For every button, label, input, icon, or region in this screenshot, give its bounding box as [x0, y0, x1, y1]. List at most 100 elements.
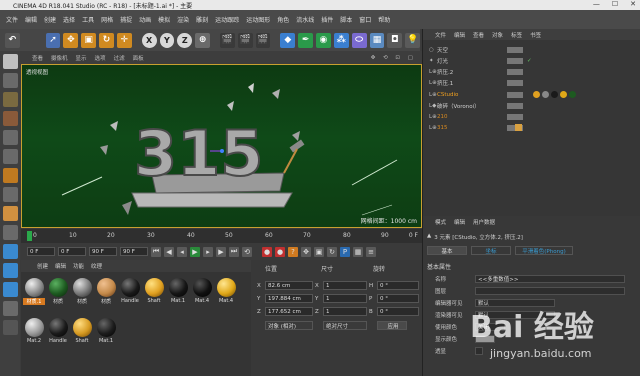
- keyframe-selection-button[interactable]: ?: [288, 246, 298, 257]
- viewport-menu-panel[interactable]: 面板: [133, 54, 144, 62]
- cube-button[interactable]: ◆: [280, 32, 296, 48]
- material-swatch[interactable]: Mat.1: [95, 318, 117, 344]
- object-row-selected[interactable]: L⊕ CStudio: [423, 90, 640, 99]
- deformer-button[interactable]: ⬭: [351, 32, 367, 48]
- workplane-mode-button[interactable]: [2, 111, 18, 126]
- rotate-tool-button[interactable]: ↻: [99, 32, 114, 48]
- perspective-viewport[interactable]: 透视视图 315 网格间距：1000 cm: [21, 64, 422, 228]
- select-tool-button[interactable]: ➚: [45, 32, 61, 48]
- model-mode-button[interactable]: [2, 73, 18, 88]
- position-x-field[interactable]: 82.6 cm: [265, 281, 313, 290]
- undo-button[interactable]: ↶: [5, 32, 20, 48]
- object-menu-bookmarks[interactable]: 书签: [530, 31, 541, 39]
- visibility-flags[interactable]: [507, 57, 523, 64]
- texture-mode-button[interactable]: [2, 92, 18, 107]
- size-z-field[interactable]: 1: [323, 307, 367, 316]
- menu-item-render[interactable]: 渲染: [177, 15, 189, 24]
- name-field[interactable]: <<多重数值>>: [475, 275, 625, 283]
- position-key-button[interactable]: ✥: [301, 246, 311, 257]
- object-menu-view[interactable]: 查看: [473, 31, 484, 39]
- object-row[interactable]: L⊕ 挤压.2: [423, 67, 640, 76]
- grid-toggle-button[interactable]: [2, 320, 18, 335]
- menu-item-animate[interactable]: 动画: [139, 15, 151, 24]
- material-swatch[interactable]: Mat.1: [167, 278, 189, 304]
- maximize-icon[interactable]: ☐: [612, 0, 618, 8]
- prev-key-button[interactable]: ◀: [164, 246, 174, 257]
- record-button[interactable]: ●: [262, 246, 272, 257]
- make-editable-button[interactable]: [2, 54, 18, 69]
- close-icon[interactable]: ✕: [630, 0, 636, 8]
- scale-key-button[interactable]: ▣: [314, 246, 324, 257]
- solo-button[interactable]: [2, 301, 18, 316]
- object-menu-tags[interactable]: 标签: [511, 31, 522, 39]
- object-row[interactable]: ✦ 灯光 ✓: [423, 56, 640, 65]
- position-z-field[interactable]: 177.652 cm: [265, 307, 313, 316]
- menu-item-character[interactable]: 角色: [277, 15, 289, 24]
- viewport-menu-view[interactable]: 查看: [32, 54, 43, 62]
- menu-item-mograph[interactable]: 运动图形: [246, 15, 270, 24]
- material-swatch[interactable]: 材质.1: [23, 278, 45, 305]
- visibility-flags[interactable]: [507, 79, 523, 86]
- edges-mode-button[interactable]: [2, 149, 18, 164]
- material-tags[interactable]: [533, 91, 581, 98]
- autokey-button[interactable]: ●: [275, 246, 285, 257]
- material-swatch[interactable]: Mat.4: [191, 278, 213, 304]
- subdivision-button[interactable]: ◉: [316, 32, 331, 48]
- spline-pen-button[interactable]: ✒: [298, 32, 314, 48]
- coordinate-system-button[interactable]: ⊕: [195, 32, 210, 48]
- menu-item-pipeline[interactable]: 流水线: [296, 15, 314, 24]
- start-frame-field[interactable]: 0 F: [27, 247, 55, 256]
- prev-frame-button[interactable]: ◂: [177, 246, 187, 257]
- menu-item-window[interactable]: 窗口: [359, 15, 371, 24]
- axis-mode-button[interactable]: [2, 187, 18, 202]
- material-swatch[interactable]: 材质: [95, 278, 117, 305]
- next-frame-button[interactable]: ▸: [203, 246, 213, 257]
- rotation-key-button[interactable]: ↻: [327, 246, 337, 257]
- play-button[interactable]: ▶: [190, 246, 200, 257]
- visibility-flags[interactable]: [507, 68, 523, 75]
- render-picture-viewer-button[interactable]: 🎬: [237, 32, 253, 48]
- loop-button[interactable]: ⟲: [242, 246, 252, 257]
- visibility-flags[interactable]: [507, 91, 523, 98]
- material-menu-edit[interactable]: 编辑: [55, 262, 66, 270]
- end-frame-field[interactable]: 90 F: [89, 247, 117, 256]
- playhead-marker[interactable]: [27, 231, 32, 241]
- timeline-ruler[interactable]: 0 10 20 30 40 50 60 70 80 90 0 F: [21, 229, 422, 243]
- visibility-flags[interactable]: [507, 113, 523, 120]
- menu-item-create[interactable]: 创建: [44, 15, 56, 24]
- goto-start-button[interactable]: ⏮: [151, 246, 161, 257]
- size-x-field[interactable]: 1: [323, 281, 367, 290]
- menu-item-motion-tracking[interactable]: 运动跟踪: [215, 15, 239, 24]
- pla-key-button[interactable]: ▦: [353, 246, 363, 257]
- viewport-menu-camera[interactable]: 摄像机: [51, 54, 68, 62]
- scale-tool-button[interactable]: ▣: [81, 32, 97, 48]
- visibility-flags[interactable]: [507, 102, 523, 109]
- material-menu-create[interactable]: 创建: [37, 262, 48, 270]
- material-swatch[interactable]: Shaft: [71, 318, 93, 344]
- material-swatch[interactable]: Handle: [119, 278, 141, 304]
- menu-item-select[interactable]: 选择: [63, 15, 75, 24]
- object-row[interactable]: L⊕ 315: [423, 123, 640, 132]
- preview-end-field[interactable]: 90 F: [120, 247, 148, 256]
- rotation-h-field[interactable]: 0 °: [377, 281, 419, 290]
- object-menu-edit[interactable]: 编辑: [454, 31, 465, 39]
- object-row[interactable]: L⊕ 210: [423, 112, 640, 121]
- attribute-menu-edit[interactable]: 编辑: [454, 218, 465, 228]
- timeline-menu-button[interactable]: ≡: [366, 246, 376, 257]
- material-menu-texture[interactable]: 纹理: [91, 262, 102, 270]
- object-row[interactable]: ○ 天空: [423, 45, 640, 54]
- tab-coordinates[interactable]: 坐标: [471, 246, 511, 255]
- menu-item-sculpt[interactable]: 雕刻: [196, 15, 208, 24]
- tweak-mode-button[interactable]: [2, 206, 18, 221]
- camera-button[interactable]: ◘: [387, 32, 403, 48]
- position-y-field[interactable]: 197.884 cm: [265, 294, 313, 303]
- material-swatch[interactable]: Handle: [47, 318, 69, 344]
- x-axis-button[interactable]: X: [141, 32, 157, 48]
- menu-item-help[interactable]: 帮助: [378, 15, 390, 24]
- layer-field[interactable]: [475, 287, 625, 295]
- floor-button[interactable]: ▦: [369, 32, 385, 48]
- viewport-menu-options[interactable]: 选项: [95, 54, 106, 62]
- object-menu-objects[interactable]: 对象: [492, 31, 503, 39]
- rotation-b-field[interactable]: 0 °: [377, 307, 419, 316]
- move-tool-button[interactable]: ✥: [63, 32, 79, 48]
